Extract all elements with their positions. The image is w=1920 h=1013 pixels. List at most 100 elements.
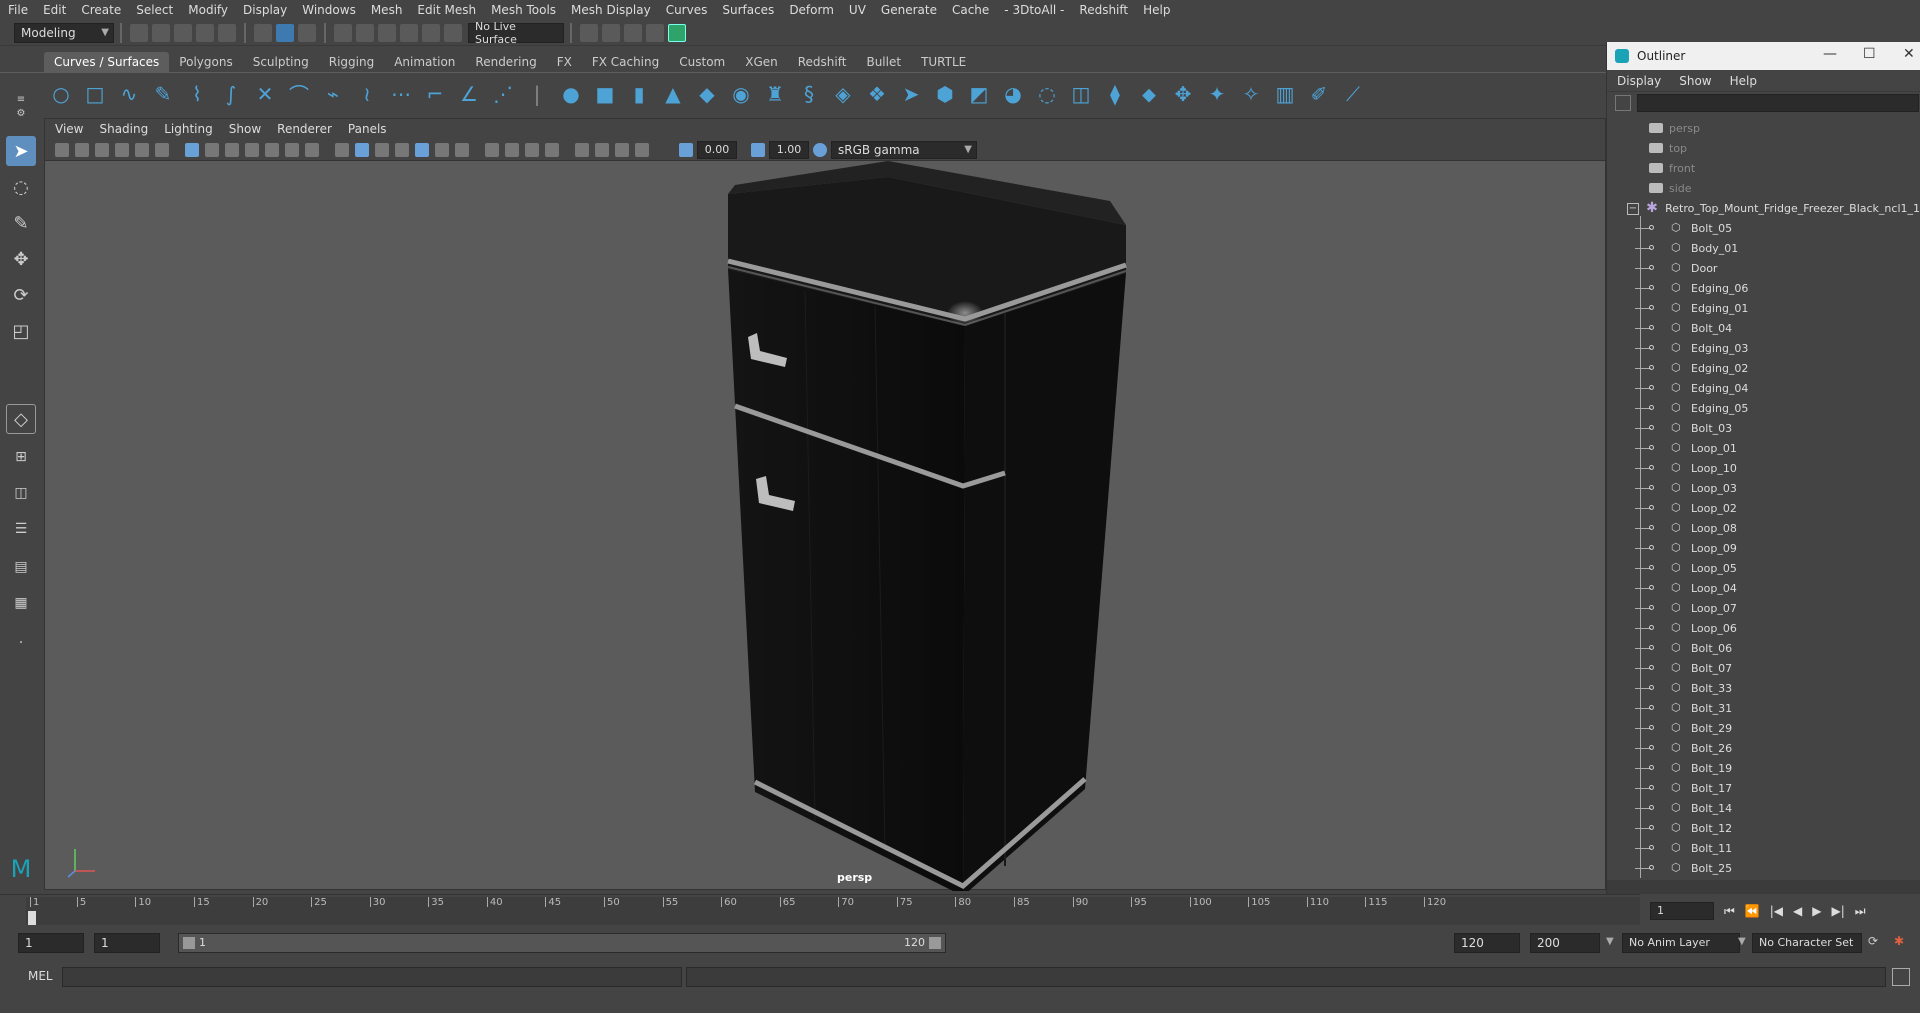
safe-title-icon[interactable] bbox=[305, 142, 319, 157]
outliner-mesh-row[interactable]: ⬡ Loop_10 bbox=[1607, 458, 1920, 478]
outliner-mesh-row[interactable]: ⬡ Body_01 bbox=[1607, 238, 1920, 258]
reverse-curve-icon[interactable]: ∠ bbox=[456, 81, 482, 107]
close-icon[interactable]: ✕ bbox=[1903, 46, 1915, 62]
four-pane-layout-icon[interactable]: ⊞ bbox=[6, 442, 36, 472]
range-slider[interactable]: 1 120 bbox=[178, 933, 946, 953]
make-live-icon[interactable] bbox=[444, 23, 462, 42]
anti-aliasing-icon[interactable] bbox=[525, 142, 539, 157]
chevron-down-icon[interactable]: ▼ bbox=[1606, 936, 1614, 947]
grease-pencil-icon[interactable] bbox=[155, 142, 169, 157]
menu-item[interactable]: Deform bbox=[789, 3, 834, 17]
mode-dropdown[interactable]: Modeling ▼ bbox=[14, 22, 114, 43]
shelf-tab[interactable]: Sculpting bbox=[243, 52, 319, 72]
menu-item[interactable]: Curves bbox=[666, 3, 708, 17]
gamma-field[interactable]: 1.00 bbox=[769, 141, 809, 159]
loft-icon[interactable]: § bbox=[796, 81, 822, 107]
nurbs-plane-icon[interactable]: ◆ bbox=[694, 81, 720, 107]
detach-surface-icon[interactable]: ✦ bbox=[1204, 81, 1230, 107]
scale-tool-icon[interactable]: ◰ bbox=[6, 316, 36, 346]
open-close-icon[interactable]: ▥ bbox=[1272, 81, 1298, 107]
extend-curve-icon[interactable]: ≀ bbox=[354, 81, 380, 107]
outliner-mesh-row[interactable]: ⬡ Edging_04 bbox=[1607, 378, 1920, 398]
trim-icon[interactable]: ⧫ bbox=[1102, 81, 1128, 107]
outliner-mesh-row[interactable]: ⬡ Bolt_17 bbox=[1607, 778, 1920, 798]
grid-toggle-icon[interactable] bbox=[185, 142, 199, 157]
command-language-label[interactable]: MEL bbox=[28, 969, 53, 983]
select-tool-icon[interactable]: ➤ bbox=[6, 136, 36, 166]
outliner-mesh-row[interactable]: ⬡ Loop_05 bbox=[1607, 558, 1920, 578]
collapse-icon[interactable]: − bbox=[1627, 203, 1639, 215]
attach-surface-icon[interactable]: ✥ bbox=[1170, 81, 1196, 107]
viewport-panel[interactable]: View Shading Lighting Show Renderer Panels 0.… bbox=[44, 118, 1607, 891]
undo-icon[interactable] bbox=[196, 23, 214, 42]
save-scene-icon[interactable] bbox=[174, 23, 192, 42]
outliner-layout-icon[interactable]: ☰ bbox=[6, 514, 36, 544]
bookmark-icon[interactable] bbox=[95, 142, 109, 157]
menu-item[interactable]: UV bbox=[849, 3, 866, 17]
outliner-mesh-row[interactable]: ⬡ Loop_02 bbox=[1607, 498, 1920, 518]
outliner-mesh-row[interactable]: ⬡ Bolt_33 bbox=[1607, 678, 1920, 698]
outliner-mesh-row[interactable]: ⬡ Bolt_04 bbox=[1607, 318, 1920, 338]
outliner-camera-row[interactable]: side bbox=[1607, 178, 1920, 198]
viewport-menu-item[interactable]: View bbox=[55, 122, 83, 136]
shadows-icon[interactable] bbox=[455, 142, 469, 157]
outliner-mesh-row[interactable]: ⬡ Edging_01 bbox=[1607, 298, 1920, 318]
fridge-side-face[interactable] bbox=[963, 273, 1126, 891]
gamma-icon[interactable] bbox=[751, 142, 765, 157]
command-input[interactable] bbox=[62, 967, 682, 987]
extrude-icon[interactable]: ❖ bbox=[864, 81, 890, 107]
snap-grid-icon[interactable] bbox=[334, 23, 352, 42]
exposure-icon[interactable] bbox=[679, 142, 693, 157]
toolbox-gear-icon[interactable]: ⚙ bbox=[6, 106, 36, 120]
boundary-icon[interactable]: ⬢ bbox=[932, 81, 958, 107]
time-slider[interactable]: 1 5 10 15 20 25 30 35 40 45 50 55 60 65 70 75 80 85 90 95 10… bbox=[0, 894, 1640, 928]
end-time-field[interactable]: 200 bbox=[1530, 933, 1600, 953]
bezier-curve-icon[interactable]: ∫ bbox=[218, 81, 244, 107]
nurbs-torus-icon[interactable]: ◉ bbox=[728, 81, 754, 107]
planar-icon[interactable]: ◈ bbox=[830, 81, 856, 107]
depth-of-field-icon[interactable] bbox=[545, 142, 559, 157]
revolve-icon[interactable]: ♜ bbox=[762, 81, 788, 107]
viewport-menu-item[interactable]: Panels bbox=[348, 122, 387, 136]
live-surface-field[interactable]: No Live Surface bbox=[468, 20, 564, 46]
outliner-mesh-row[interactable]: ⬡ Loop_03 bbox=[1607, 478, 1920, 498]
time-slider-track[interactable]: 1 5 10 15 20 25 30 35 40 45 50 55 60 65 70 75 80 85 90 95 10… bbox=[26, 897, 1640, 925]
project-curve-icon[interactable]: ◌ bbox=[1034, 81, 1060, 107]
menu-item[interactable]: Redshift bbox=[1079, 3, 1128, 17]
outliner-mesh-row[interactable]: ⬡ Edging_06 bbox=[1607, 278, 1920, 298]
snap-view-icon[interactable] bbox=[400, 23, 418, 42]
shelf-tab[interactable]: TURTLE bbox=[911, 52, 976, 72]
attach-curve-icon[interactable]: ⌒ bbox=[286, 81, 312, 107]
sculpt-icon[interactable]: ✐ bbox=[1306, 81, 1332, 107]
range-end-handle[interactable] bbox=[929, 937, 941, 949]
pencil-curve-icon[interactable]: ✎ bbox=[150, 81, 176, 107]
outliner-mesh-row[interactable]: ⬡ Bolt_03 bbox=[1607, 418, 1920, 438]
shelf-tab[interactable]: Polygons bbox=[169, 52, 242, 72]
viewport-menu-item[interactable]: Shading bbox=[99, 122, 148, 136]
outliner-mesh-row[interactable]: ⬡ Loop_04 bbox=[1607, 578, 1920, 598]
shelf-tab[interactable]: FX bbox=[547, 52, 582, 72]
nurbs-circle-icon[interactable]: ○ bbox=[48, 81, 74, 107]
nurbs-cylinder-icon[interactable]: ▮ bbox=[626, 81, 652, 107]
ep-curve-icon[interactable]: ⌇ bbox=[184, 81, 210, 107]
wireframe-on-shaded-icon[interactable] bbox=[395, 142, 409, 157]
detach-curve-icon[interactable]: ⌁ bbox=[320, 81, 346, 107]
character-set-dropdown[interactable]: No Character Set bbox=[1752, 933, 1862, 953]
menu-item[interactable]: Mesh Tools bbox=[491, 3, 556, 17]
outliner-mesh-row[interactable]: ⬡ Loop_01 bbox=[1607, 438, 1920, 458]
go-to-end-icon[interactable]: ⏭ bbox=[1855, 904, 1866, 919]
outliner-mesh-row[interactable]: ⬡ Edging_02 bbox=[1607, 358, 1920, 378]
outliner-mesh-row[interactable]: ⬡ Bolt_06 bbox=[1607, 638, 1920, 658]
bevel-icon[interactable]: ◕ bbox=[1000, 81, 1026, 107]
go-to-start-icon[interactable]: ⏮ bbox=[1724, 904, 1735, 919]
outliner-camera-row[interactable]: persp bbox=[1607, 118, 1920, 138]
shelf-tab[interactable]: Animation bbox=[384, 52, 465, 72]
fridge-model[interactable] bbox=[45, 161, 1607, 891]
script-editor-icon[interactable] bbox=[1892, 968, 1910, 986]
anim-layer-dropdown[interactable]: No Anim Layer bbox=[1622, 933, 1740, 953]
hypershade-layout-icon[interactable]: ▦ bbox=[6, 588, 36, 618]
range-start-handle[interactable] bbox=[183, 937, 195, 949]
paint-icon[interactable]: ⟋ bbox=[1340, 81, 1366, 107]
shelf-tab[interactable]: Rigging bbox=[319, 52, 384, 72]
smooth-shade-icon[interactable] bbox=[355, 142, 369, 157]
